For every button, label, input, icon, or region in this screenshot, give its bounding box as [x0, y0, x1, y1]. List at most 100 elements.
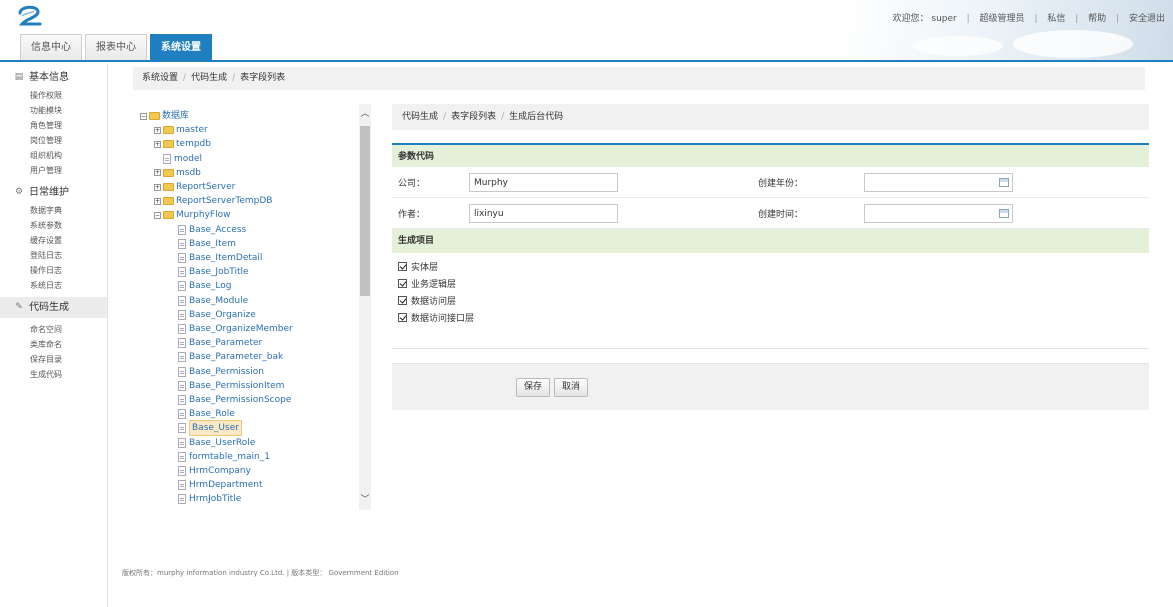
- tree-node-table[interactable]: Base_PermissionItem: [178, 379, 284, 393]
- tree-node-table[interactable]: Base_OrganizeMember: [178, 322, 293, 336]
- tree-node-label: Base_UserRole: [189, 437, 256, 448]
- sidebar-item-dictionary[interactable]: 数据字典: [0, 203, 107, 218]
- sidebar-section-codegen[interactable]: ✎ 代码生成: [0, 297, 107, 318]
- panel-breadcrumb-item[interactable]: 代码生成: [402, 112, 438, 122]
- tree-node-table[interactable]: Base_JobTitle: [178, 265, 249, 279]
- sidebar-item-login-log[interactable]: 登陆日志: [0, 248, 107, 263]
- folder-icon: [163, 211, 174, 220]
- scrollbar-thumb[interactable]: [360, 126, 370, 296]
- sidebar-item-generate-code[interactable]: 生成代码: [0, 367, 107, 382]
- tree-node-table[interactable]: Base_Item: [178, 237, 236, 251]
- expand-icon[interactable]: +: [154, 197, 161, 205]
- tree-node-database[interactable]: + ReportServer: [154, 180, 235, 194]
- tree-node-database[interactable]: − MurphyFlow: [154, 208, 230, 222]
- sidebar-item-organization[interactable]: 组织机构: [0, 148, 107, 163]
- save-button[interactable]: 保存: [516, 378, 551, 397]
- sidebar-item-users[interactable]: 用户管理: [0, 163, 107, 178]
- tree-node-database[interactable]: + msdb: [154, 166, 201, 180]
- sidebar-item-library-name[interactable]: 类库命名: [0, 337, 107, 352]
- tree-node-table[interactable]: Base_Access: [178, 223, 246, 237]
- option-business-layer[interactable]: 业务逻辑层: [392, 275, 1149, 292]
- sidebar-item-save-dir[interactable]: 保存目录: [0, 352, 107, 367]
- table-icon: [178, 423, 186, 434]
- sidebar-item-operation-log[interactable]: 操作日志: [0, 263, 107, 278]
- author-input[interactable]: [469, 204, 618, 223]
- folder-icon: [163, 197, 174, 206]
- sidebar-item-system-log[interactable]: 系统日志: [0, 278, 107, 293]
- tree-node-table[interactable]: Base_Module: [178, 294, 248, 308]
- breadcrumb-item[interactable]: 代码生成: [191, 73, 227, 83]
- company-input[interactable]: [469, 173, 618, 192]
- tree-node-table[interactable]: Base_User: [178, 420, 242, 437]
- expand-icon[interactable]: +: [154, 183, 161, 191]
- calendar-icon[interactable]: [999, 209, 1009, 218]
- expand-icon[interactable]: +: [154, 169, 161, 177]
- logout-link[interactable]: 安全退出: [1129, 14, 1165, 24]
- tree-node-table[interactable]: Base_Role: [178, 407, 235, 421]
- table-icon: [178, 451, 186, 462]
- expand-icon[interactable]: +: [154, 140, 161, 148]
- create-year-field[interactable]: [864, 173, 1013, 192]
- option-data-access-interface[interactable]: 数据访问接口层: [392, 309, 1149, 326]
- sidebar-item-cache[interactable]: 缓存设置: [0, 233, 107, 248]
- tree-node-database[interactable]: + master: [154, 123, 208, 137]
- checkbox-checked-icon[interactable]: [398, 313, 407, 322]
- calendar-icon[interactable]: [999, 178, 1009, 187]
- table-icon: [178, 295, 186, 306]
- tree-node-database[interactable]: model: [163, 152, 202, 166]
- create-time-field[interactable]: [864, 204, 1013, 223]
- sidebar-item-roles[interactable]: 角色管理: [0, 118, 107, 133]
- option-entity-layer[interactable]: 实体层: [392, 258, 1149, 275]
- tree-node-table[interactable]: Base_PermissionScope: [178, 393, 291, 407]
- tree-node-table[interactable]: Base_Parameter_bak: [178, 350, 283, 364]
- user-link[interactable]: super: [931, 14, 956, 24]
- messages-link[interactable]: 私信: [1047, 14, 1065, 24]
- tab-report-center[interactable]: 报表中心: [85, 34, 147, 60]
- tree-node-table[interactable]: formtable_main_1: [178, 450, 270, 464]
- cancel-button[interactable]: 取消: [554, 378, 589, 397]
- sidebar-section-maintenance[interactable]: ⚙ 日常维护: [0, 182, 107, 203]
- tree-node-table[interactable]: HrmDepartment: [178, 478, 263, 492]
- sidebar-item-namespace[interactable]: 命名空间: [0, 322, 107, 337]
- tree-node-table[interactable]: HrmCompany: [178, 464, 251, 478]
- tree-node-label: HrmDepartment: [189, 480, 263, 491]
- sidebar-item-system-params[interactable]: 系统参数: [0, 218, 107, 233]
- tree-scrollbar[interactable]: ︿ ﹀: [359, 104, 371, 510]
- tree-node-database[interactable]: + tempdb: [154, 137, 211, 151]
- tree-node-table[interactable]: Base_Log: [178, 279, 232, 293]
- checkbox-checked-icon[interactable]: [398, 262, 407, 271]
- tree-node-table[interactable]: Base_Permission: [178, 365, 264, 379]
- chevron-down-icon[interactable]: ﹀: [359, 492, 371, 506]
- chevron-up-icon[interactable]: ︿: [359, 106, 371, 120]
- sidebar-section-basic-info[interactable]: ▤ 基本信息: [0, 67, 107, 88]
- tree-node-table[interactable]: Base_ItemDetail: [178, 251, 262, 265]
- tree-node-label: ReportServer: [176, 182, 236, 192]
- panel-breadcrumb-item[interactable]: 表字段列表: [451, 112, 496, 122]
- tab-info-center[interactable]: 信息中心: [20, 34, 82, 60]
- tree-node-table[interactable]: HrmJobTitle: [178, 492, 241, 506]
- logo-icon: [18, 5, 42, 26]
- checkbox-checked-icon[interactable]: [398, 279, 407, 288]
- folder-icon: [163, 183, 174, 191]
- table-icon: [178, 466, 186, 476]
- collapse-icon[interactable]: −: [154, 211, 161, 219]
- breadcrumb-item[interactable]: 系统设置: [142, 73, 178, 83]
- tree-node-label: master: [176, 125, 208, 136]
- tree-node-table[interactable]: Base_Parameter: [178, 336, 262, 350]
- tree-node-table[interactable]: Base_UserRole: [178, 436, 255, 450]
- help-link[interactable]: 帮助: [1088, 14, 1106, 24]
- tree-node-root[interactable]: − 数据库: [140, 109, 189, 123]
- codegen-panel: 代码生成/表字段列表/生成后台代码 参数代码 公司： 创建年份： 作者： 创建时…: [392, 104, 1149, 410]
- sidebar-item-modules[interactable]: 功能模块: [0, 103, 107, 118]
- option-data-access-layer[interactable]: 数据访问层: [392, 292, 1149, 309]
- collapse-icon[interactable]: −: [140, 112, 147, 120]
- role-link[interactable]: 超级管理员: [980, 14, 1025, 24]
- sidebar-item-permissions[interactable]: 操作权限: [0, 88, 107, 103]
- sidebar-item-positions[interactable]: 岗位管理: [0, 133, 107, 148]
- tree-node-database[interactable]: + ReportServerTempDB: [154, 194, 272, 208]
- checkbox-checked-icon[interactable]: [398, 296, 407, 305]
- tree-node-table[interactable]: Base_Organize: [178, 308, 256, 322]
- tree-node-label: Base_ItemDetail: [189, 253, 263, 263]
- expand-icon[interactable]: +: [154, 126, 161, 134]
- tab-system-settings[interactable]: 系统设置: [150, 34, 212, 60]
